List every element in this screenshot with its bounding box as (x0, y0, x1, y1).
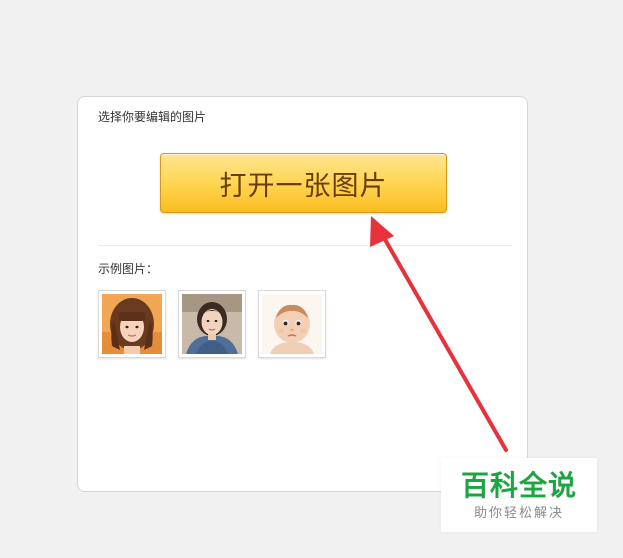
woman-selfie-image (182, 294, 242, 354)
example-image-3[interactable] (258, 290, 326, 358)
example-image-2[interactable] (178, 290, 246, 358)
example-images-label: 示例图片： (98, 262, 159, 276)
select-image-prompt: 选择你要编辑的图片 (98, 110, 207, 124)
woman-portrait-image (102, 294, 162, 354)
baby-portrait-image (262, 294, 322, 354)
example-images-list (98, 290, 326, 358)
divider (98, 245, 512, 246)
image-editor-panel: 选择你要编辑的图片 打开一张图片 示例图片： (77, 96, 528, 492)
watermark-subtitle: 助你轻松解决 (473, 506, 564, 521)
watermark-title: 百科全说 (460, 469, 577, 502)
watermark: 百科全说 助你轻松解决 (441, 458, 597, 532)
example-image-1[interactable] (98, 290, 166, 358)
open-image-button[interactable]: 打开一张图片 (160, 153, 447, 213)
